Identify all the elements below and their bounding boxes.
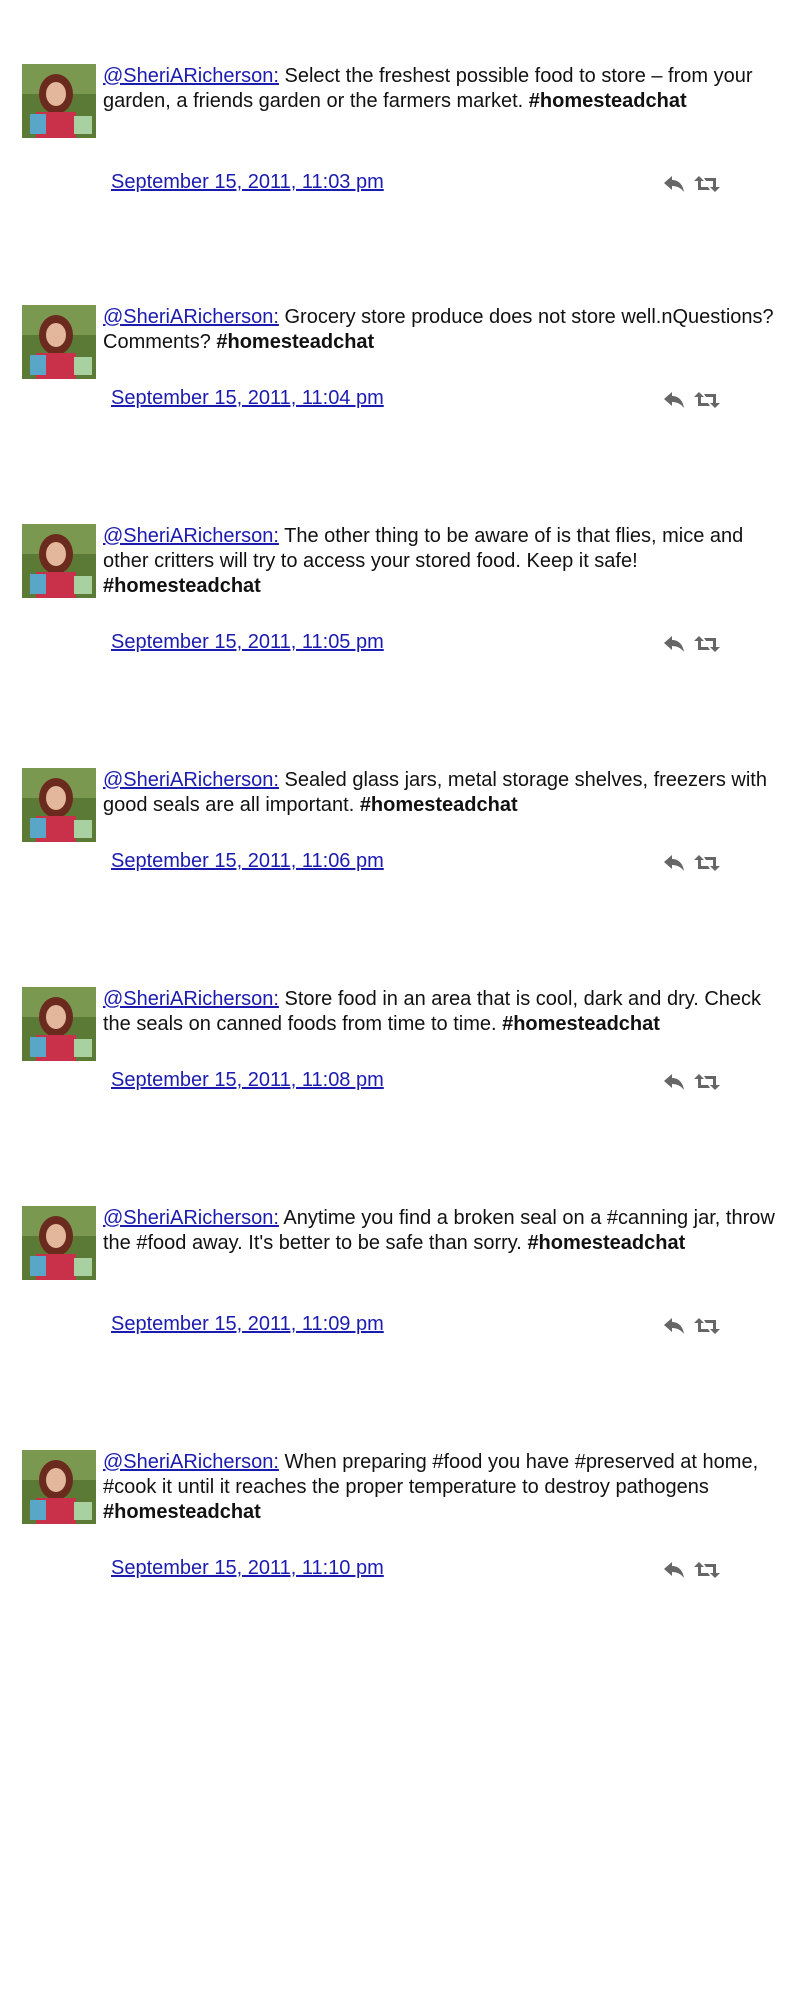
hashtag[interactable]: #homesteadchat bbox=[103, 1501, 261, 1523]
reply-icon[interactable] bbox=[662, 1072, 686, 1097]
reply-icon[interactable] bbox=[662, 390, 686, 415]
retweet-icon[interactable] bbox=[692, 390, 722, 415]
tweet-text: @SheriARicherson: Store food in an area … bbox=[103, 987, 793, 1037]
retweet-icon[interactable] bbox=[692, 634, 722, 659]
retweet-icon[interactable] bbox=[692, 1072, 722, 1097]
tweet-text: @SheriARicherson: Grocery store produce … bbox=[103, 305, 793, 355]
timestamp-link[interactable]: September 15, 2011, 11:03 pm bbox=[111, 171, 384, 194]
timestamp-link[interactable]: September 15, 2011, 11:06 pm bbox=[111, 850, 384, 873]
avatar[interactable] bbox=[22, 987, 96, 1061]
retweet-icon[interactable] bbox=[692, 174, 722, 199]
tweet-text: @SheriARicherson: Anytime you find a bro… bbox=[103, 1206, 793, 1256]
timestamp-link[interactable]: September 15, 2011, 11:04 pm bbox=[111, 387, 384, 410]
avatar[interactable] bbox=[22, 305, 96, 379]
retweet-icon[interactable] bbox=[692, 1560, 722, 1585]
avatar[interactable] bbox=[22, 1206, 96, 1280]
avatar[interactable] bbox=[22, 64, 96, 138]
timestamp-link[interactable]: September 15, 2011, 11:05 pm bbox=[111, 631, 384, 654]
tweet-actions bbox=[642, 1072, 720, 1100]
user-handle-link[interactable]: @SheriARicherson: bbox=[103, 769, 279, 791]
timestamp-link[interactable]: September 15, 2011, 11:08 pm bbox=[111, 1069, 384, 1092]
tweet-actions bbox=[642, 1316, 720, 1344]
tweet-actions bbox=[642, 1560, 720, 1588]
tweet-text: @SheriARicherson: Select the freshest po… bbox=[103, 64, 793, 114]
timestamp-link[interactable]: September 15, 2011, 11:10 pm bbox=[111, 1557, 384, 1580]
retweet-icon[interactable] bbox=[692, 1316, 722, 1341]
avatar[interactable] bbox=[22, 768, 96, 842]
user-handle-link[interactable]: @SheriARicherson: bbox=[103, 1451, 279, 1473]
hashtag[interactable]: #homesteadchat bbox=[360, 794, 518, 816]
hashtag[interactable]: #homesteadchat bbox=[216, 331, 374, 353]
reply-icon[interactable] bbox=[662, 174, 686, 199]
user-handle-link[interactable]: @SheriARicherson: bbox=[103, 306, 279, 328]
avatar[interactable] bbox=[22, 524, 96, 598]
reply-icon[interactable] bbox=[662, 853, 686, 878]
user-handle-link[interactable]: @SheriARicherson: bbox=[103, 988, 279, 1010]
tweet-text: @SheriARicherson: Sealed glass jars, met… bbox=[103, 768, 793, 818]
reply-icon[interactable] bbox=[662, 634, 686, 659]
hashtag[interactable]: #homesteadchat bbox=[103, 575, 261, 597]
reply-icon[interactable] bbox=[662, 1316, 686, 1341]
tweet-actions bbox=[642, 174, 720, 202]
timestamp-link[interactable]: September 15, 2011, 11:09 pm bbox=[111, 1313, 384, 1336]
user-handle-link[interactable]: @SheriARicherson: bbox=[103, 525, 279, 547]
hashtag[interactable]: #homesteadchat bbox=[527, 1232, 685, 1254]
tweet-actions bbox=[642, 390, 720, 418]
avatar[interactable] bbox=[22, 1450, 96, 1524]
hashtag[interactable]: #homesteadchat bbox=[502, 1013, 660, 1035]
reply-icon[interactable] bbox=[662, 1560, 686, 1585]
user-handle-link[interactable]: @SheriARicherson: bbox=[103, 1207, 279, 1229]
tweet-text: @SheriARicherson: The other thing to be … bbox=[103, 524, 793, 599]
tweet-actions bbox=[642, 634, 720, 662]
user-handle-link[interactable]: @SheriARicherson: bbox=[103, 65, 279, 87]
retweet-icon[interactable] bbox=[692, 853, 722, 878]
hashtag[interactable]: #homesteadchat bbox=[529, 90, 687, 112]
tweet-actions bbox=[642, 853, 720, 881]
tweet-text: @SheriARicherson: When preparing #food y… bbox=[103, 1450, 793, 1525]
